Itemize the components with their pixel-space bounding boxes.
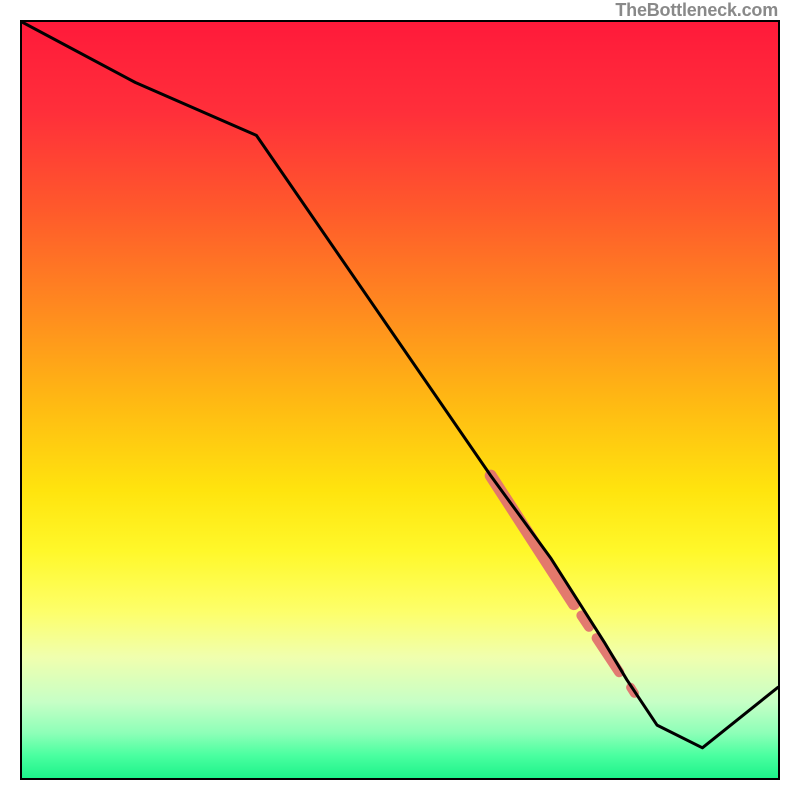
plot-area: [20, 20, 780, 780]
chart-line: [22, 22, 778, 748]
chart-line-layer: [22, 22, 778, 778]
chart-container: TheBottleneck.com: [0, 0, 800, 800]
line-highlight-overlay: [491, 476, 635, 694]
watermark-text: TheBottleneck.com: [615, 0, 778, 21]
